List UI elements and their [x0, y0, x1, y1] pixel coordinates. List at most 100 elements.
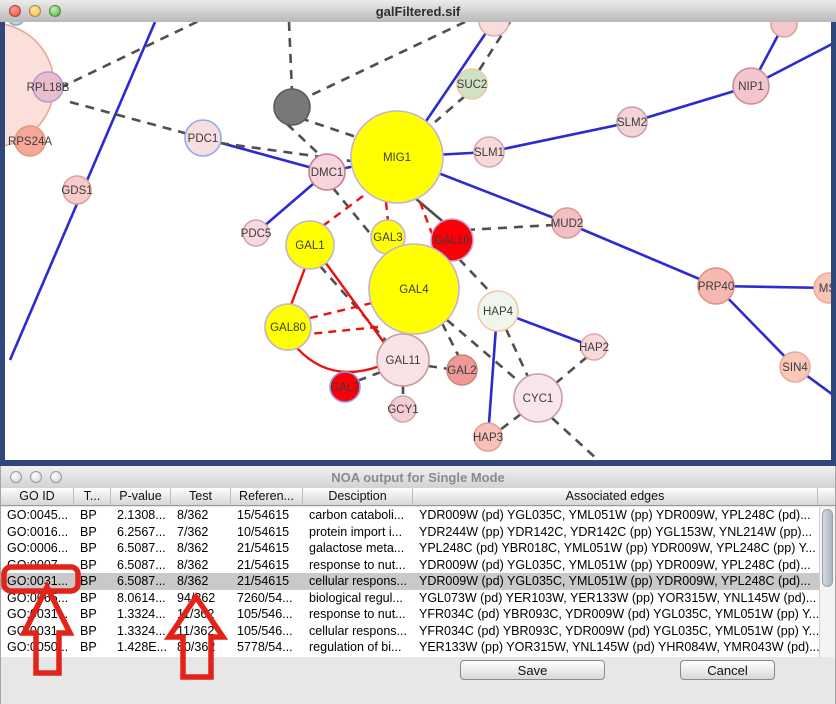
- noa-window-titlebar[interactable]: NOA output for Single Mode: [1, 466, 835, 489]
- network-node-label: GAL3: [373, 232, 402, 244]
- column-header-p-value[interactable]: P-value: [111, 488, 171, 505]
- minimize-button-inactive[interactable]: [30, 471, 42, 483]
- column-header-reference[interactable]: Referen...: [231, 488, 303, 505]
- cell-p_value: 2.1308...: [111, 507, 171, 524]
- table-row[interactable]: GO:0050...BP1.428E...80/3625778/54...reg…: [1, 639, 819, 656]
- network-edge: [466, 225, 553, 230]
- network-edge: [357, 372, 381, 381]
- cell-type: BP: [74, 590, 111, 607]
- close-button-inactive[interactable]: [10, 471, 22, 483]
- cell-test: 11/362: [171, 623, 231, 640]
- network-canvas[interactable]: RPL18BRPS24AGDS1PDC1DMC1MIG1SUC2SLM1SLM2…: [0, 22, 836, 466]
- cell-go_id: GO:0050...: [1, 639, 74, 656]
- network-node[interactable]: [771, 22, 797, 37]
- column-header-associated-edges[interactable]: Associated edges: [413, 488, 818, 505]
- cell-go_id: GO:0016...: [1, 524, 74, 541]
- network-edge: [386, 202, 388, 221]
- table-row[interactable]: GO:0045...BP2.1308...8/36215/54615carbon…: [1, 507, 819, 524]
- close-button[interactable]: [9, 5, 21, 17]
- network-node-label: GAL7: [330, 382, 359, 394]
- cell-type: BP: [74, 557, 111, 574]
- cell-go_id: GO:0045...: [1, 507, 74, 524]
- column-header-description[interactable]: Desciption: [303, 488, 413, 505]
- table-row[interactable]: GO:0031...BP6.5087...8/36221/54615cellul…: [1, 573, 819, 590]
- cell-edges: YDR244W (pp) YDR142C, YDR142C (pp) YGL15…: [413, 524, 819, 541]
- cell-description: response to nut...: [303, 606, 413, 623]
- cell-type: BP: [74, 524, 111, 541]
- cell-description: cellular respons...: [303, 573, 413, 590]
- cell-p_value: 6.5087...: [111, 557, 171, 574]
- cell-test: 8/362: [171, 557, 231, 574]
- table-row[interactable]: GO:0006...BP6.5087...8/36221/54615galact…: [1, 540, 819, 557]
- cell-test: 11/362: [171, 606, 231, 623]
- noa-output-window: NOA output for Single Mode GO ID T... P-…: [0, 466, 836, 704]
- network-edge: [489, 122, 632, 152]
- cell-reference: 7260/54...: [231, 590, 303, 607]
- cell-go_id: GO:0031...: [1, 573, 74, 590]
- cell-edges: YGL073W (pd) YER103W, YER133W (pp) YOR31…: [413, 590, 819, 607]
- cell-description: regulation of bi...: [303, 639, 413, 656]
- table-row[interactable]: GO:0031...BP1.3324...11/362105/546...cel…: [1, 623, 819, 640]
- cell-p_value: 6.2567...: [111, 524, 171, 541]
- network-node-label: HAP2: [579, 342, 609, 354]
- cell-type: BP: [74, 606, 111, 623]
- network-node-label: GAL2: [447, 365, 476, 377]
- network-node-label: GAL11: [386, 355, 421, 367]
- minimize-button[interactable]: [29, 5, 41, 17]
- cell-test: 8/362: [171, 573, 231, 590]
- cell-test: 94/362: [171, 590, 231, 607]
- network-node-label: HAP4: [483, 306, 514, 318]
- network-node-label: PRP40: [698, 281, 734, 293]
- cell-reference: 5778/54...: [231, 639, 303, 656]
- cell-edges: YDR009W (pd) YGL035C, YML051W (pp) YDR00…: [413, 573, 819, 590]
- cell-reference: 15/54615: [231, 507, 303, 524]
- cell-reference: 10/54615: [231, 524, 303, 541]
- column-header-go-id[interactable]: GO ID: [1, 488, 74, 505]
- network-node-label: MSI: [819, 283, 831, 295]
- table-rows: GO:0045...BP2.1308...8/36215/54615carbon…: [1, 507, 819, 656]
- cell-p_value: 6.5087...: [111, 573, 171, 590]
- noa-window-title: NOA output for Single Mode: [1, 470, 835, 485]
- network-node-label: SLM1: [474, 147, 504, 159]
- cell-go_id: GO:0031...: [1, 623, 74, 640]
- cell-p_value: 8.0614...: [111, 590, 171, 607]
- screen: { "network_window": { "title": "galFilte…: [0, 0, 836, 704]
- network-node-label: HAP3: [473, 432, 503, 444]
- network-window: galFiltered.sif RPL18BRPS24AGDS1PDC1DMC1…: [0, 0, 836, 466]
- scrollbar-thumb[interactable]: [822, 509, 833, 587]
- network-node[interactable]: [274, 89, 310, 125]
- button-bar: Save Cancel: [1, 657, 835, 704]
- cell-p_value: 1.428E...: [111, 639, 171, 656]
- network-edge: [556, 357, 587, 383]
- network-node[interactable]: [8, 22, 24, 25]
- column-header-type[interactable]: T...: [74, 488, 111, 505]
- cell-go_id: GO:0006...: [1, 540, 74, 557]
- network-node-label: SIN4: [782, 362, 808, 374]
- table-header-row: GO ID T... P-value Test Referen... Desci…: [1, 488, 835, 506]
- cell-type: BP: [74, 573, 111, 590]
- zoom-button-inactive[interactable]: [50, 471, 62, 483]
- cell-go_id: GO:0065...: [1, 590, 74, 607]
- zoom-button[interactable]: [49, 5, 61, 17]
- cell-reference: 105/546...: [231, 623, 303, 640]
- vertical-scrollbar[interactable]: [819, 507, 835, 657]
- cell-edges: YER133W (pp) YOR315W, YNL145W (pd) YHR08…: [413, 639, 819, 656]
- column-header-test[interactable]: Test: [171, 488, 231, 505]
- network-node-label: RPS24A: [8, 136, 52, 148]
- cell-description: galactose meta...: [303, 540, 413, 557]
- table-body: GO:0045...BP2.1308...8/36215/54615carbon…: [1, 507, 835, 657]
- save-button[interactable]: Save: [460, 660, 605, 680]
- cell-edges: YPL248C (pd) YBR018C, YML051W (pp) YDR00…: [413, 540, 819, 557]
- table-row[interactable]: GO:0031...BP1.3324...11/362105/546...res…: [1, 606, 819, 623]
- network-window-titlebar[interactable]: galFiltered.sif: [0, 0, 836, 23]
- network-graph: RPL18BRPS24AGDS1PDC1DMC1MIG1SUC2SLM1SLM2…: [5, 22, 831, 460]
- table-row[interactable]: GO:0007...BP6.5087...8/36221/54615respon…: [1, 557, 819, 574]
- cancel-button[interactable]: Cancel: [680, 660, 775, 680]
- table-row[interactable]: GO:0065...BP8.0614...94/3627260/54...bio…: [1, 590, 819, 607]
- cell-test: 8/362: [171, 507, 231, 524]
- network-node[interactable]: [479, 22, 509, 36]
- table-row[interactable]: GO:0016...BP6.2567...7/36210/54615protei…: [1, 524, 819, 541]
- network-window-title: galFiltered.sif: [0, 4, 836, 19]
- network-edge: [506, 329, 529, 379]
- network-node-label: SLM2: [617, 117, 647, 129]
